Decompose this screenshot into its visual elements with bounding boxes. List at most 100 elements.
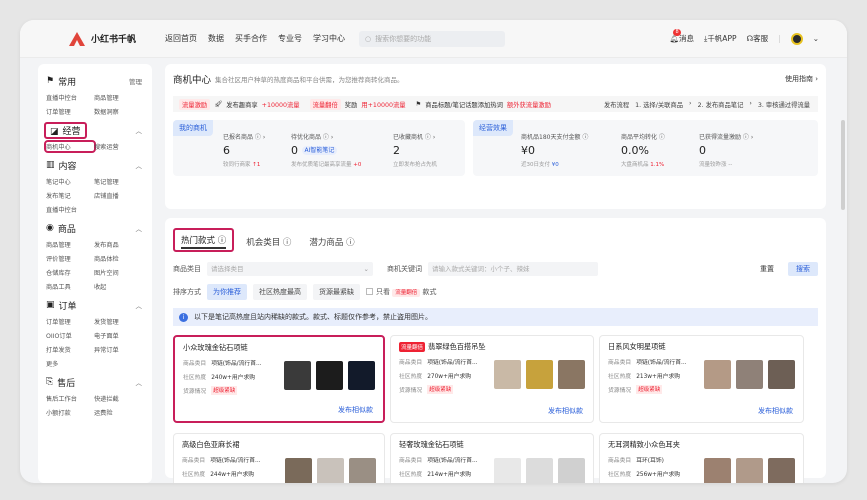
product-thumbnail[interactable] xyxy=(494,360,521,389)
sidebar-item-image-space[interactable]: 图片空间 xyxy=(94,268,142,277)
logo-icon xyxy=(69,31,85,46)
tab-opportunity-category[interactable]: 机会类目 ⓘ xyxy=(240,232,297,252)
service-button[interactable]: ☊客服 xyxy=(747,33,769,44)
sidebar-item-notes-manage[interactable]: 笔记管理 xyxy=(94,177,142,186)
stat-registered[interactable]: 已报名商品 ⓘ › 6 较同行商家 ↑1 xyxy=(223,132,291,168)
sidebar-item-o2o-orders[interactable]: OIIO订单 xyxy=(46,331,94,340)
sidebar-item-live-console-2[interactable]: 直播中控台 xyxy=(46,205,94,214)
filter-only-double[interactable]: 只看 流量翻倍 款式 xyxy=(366,287,436,297)
sidebar-item-publish-goods[interactable]: 发布商品 xyxy=(94,240,142,249)
sidebar-item-goods-manage-2[interactable]: 商品管理 xyxy=(46,240,94,249)
sort-recommended[interactable]: 为你推荐 xyxy=(207,284,247,300)
sidebar-item-collapse[interactable]: 收起 xyxy=(94,282,142,291)
reset-button[interactable]: 重置 xyxy=(760,264,774,274)
chevron-down-icon[interactable]: ⌄ xyxy=(813,34,819,43)
sidebar-item-goods-tools[interactable]: 商品工具 xyxy=(46,282,94,291)
category-select[interactable]: 请选择类目 ⌄ xyxy=(207,262,373,276)
sidebar-item-opportunity-center[interactable]: 商机中心 xyxy=(44,140,96,153)
sort-scarcity[interactable]: 货源最紧缺 xyxy=(313,284,360,300)
keyword-input[interactable]: 请输入款式关键词：小个子、辣妹 xyxy=(428,262,598,276)
product-card[interactable]: 高级白色亚麻长裙 商品类目 项链(饰品/流行首... 社区热度 244w+用户求购 xyxy=(173,433,385,483)
sidebar-item-data-insight[interactable]: 数据洞察 xyxy=(94,107,142,116)
collapse-icon[interactable]: ︿ xyxy=(136,160,143,170)
sidebar-item-store-live[interactable]: 店铺直播 xyxy=(94,191,142,200)
sidebar-item-intercept[interactable]: 快递拦截 xyxy=(94,394,142,403)
sidebar-item-reviews[interactable]: 评价管理 xyxy=(46,254,94,263)
sidebar-item-goods-check[interactable]: 商品体检 xyxy=(94,254,142,263)
tab-potential-goods[interactable]: 潜力商品 ⓘ xyxy=(303,232,360,252)
sidebar-item-small-pay[interactable]: 小额打款 xyxy=(46,408,94,417)
nav-data[interactable]: 数据 xyxy=(208,33,224,44)
manage-button[interactable]: 管理 xyxy=(129,76,142,86)
collapse-icon[interactable]: ︿ xyxy=(136,300,143,310)
product-thumbnail[interactable] xyxy=(317,458,344,483)
product-thumbnail[interactable] xyxy=(558,458,585,483)
sidebar-item-more[interactable]: 更多 xyxy=(46,359,94,368)
top-nav: 返回首页 数据 买手合作 专业号 学习中心 xyxy=(165,33,345,44)
sidebar-item-abnormal[interactable]: 异常订单 xyxy=(94,345,142,354)
publish-similar-button[interactable]: 发布相似款 xyxy=(758,406,793,416)
sort-heat[interactable]: 社区热度最高 xyxy=(253,284,307,300)
sidebar-item-freight[interactable]: 运费险 xyxy=(94,408,142,417)
product-card[interactable]: 无耳洞精致小众色耳夹 商品类目 耳环(耳饰) 社区热度 256w+用户求购 xyxy=(599,433,804,483)
product-thumbnail[interactable] xyxy=(768,360,795,389)
checkbox[interactable] xyxy=(366,288,373,295)
sidebar-item-aftersale[interactable]: 售后工作台 xyxy=(46,394,94,403)
product-thumbnail[interactable] xyxy=(736,458,763,483)
avatar[interactable] xyxy=(790,32,803,45)
product-thumbnail[interactable] xyxy=(768,458,795,483)
tab-hot-styles[interactable]: 热门款式 ⓘ xyxy=(173,228,235,252)
product-thumbnail[interactable] xyxy=(526,360,553,389)
publish-similar-button[interactable]: 发布相似款 xyxy=(338,405,373,415)
search-button[interactable]: 搜索 xyxy=(788,262,818,276)
stat-to-optimize[interactable]: 待优化商品 ⓘ › 0 AI智能笔记 发布优质笔记最高享流量 +0 xyxy=(291,132,393,168)
sidebar-item-search-ops[interactable]: 搜索运营 xyxy=(94,142,142,151)
stat-favorited[interactable]: 已收藏商机 ⓘ › 2 立即发布抢占先机 xyxy=(393,132,459,168)
search-input[interactable]: ○ 搜索你想要的功能 xyxy=(359,30,505,47)
app-download-button[interactable]: ⤓千帆APP xyxy=(704,33,737,44)
collapse-icon[interactable]: ︿ xyxy=(136,377,143,387)
product-thumbnail[interactable] xyxy=(526,458,553,483)
nav-pro[interactable]: 专业号 xyxy=(278,33,302,44)
nav-buyer[interactable]: 买手合作 xyxy=(235,33,267,44)
row-label: 商品类目 xyxy=(608,360,632,366)
sidebar-item-goods-manage[interactable]: 商品管理 xyxy=(94,93,142,102)
messages-button[interactable]: 🔔︎ 8 消息 xyxy=(669,29,694,44)
sidebar-item-publish-note[interactable]: 发布笔记 xyxy=(46,191,94,200)
sidebar-item-live-console[interactable]: 直播中控台 xyxy=(46,93,94,102)
product-thumbnail[interactable] xyxy=(704,360,731,389)
stat-traffic-reward[interactable]: 已获得流量激励 ⓘ › 0 流量较昨涨 -- xyxy=(699,132,779,168)
brand-logo[interactable]: 小红书千帆 xyxy=(69,31,165,46)
product-thumbnail[interactable] xyxy=(285,458,312,483)
product-title: 无耳洞精致小众色耳夹 xyxy=(608,440,795,450)
product-thumbnail[interactable] xyxy=(316,361,343,390)
product-thumbnail[interactable] xyxy=(348,361,375,390)
product-thumbnail[interactable] xyxy=(704,458,731,483)
product-thumbnail[interactable] xyxy=(284,361,311,390)
product-thumbnail[interactable] xyxy=(349,458,376,483)
sidebar-item-orders[interactable]: 订单管理 xyxy=(46,317,94,326)
nav-learn[interactable]: 学习中心 xyxy=(313,33,345,44)
product-card[interactable]: 日系风女明星项链 商品类目 项链(饰品/流行首... 社区热度 213w+用户求购 货源情… xyxy=(599,335,804,423)
guide-link[interactable]: 使用指南 › xyxy=(785,74,818,84)
ai-note-button[interactable]: AI智能笔记 xyxy=(301,146,338,155)
sidebar-item-order-manage[interactable]: 订单管理 xyxy=(46,107,94,116)
scrollbar[interactable] xyxy=(841,120,845,210)
product-card[interactable]: 小众玫瑰金钻石项链 商品类目 项链(饰品/流行首... 社区热度 240w+用户求购 货源… xyxy=(173,335,385,423)
product-card[interactable]: 流量翻倍 翡翠绿色百搭吊坠 商品类目 项链(饰品/流行首... 社区热度 270w+用户求… xyxy=(390,335,594,423)
sidebar-item-e-waybill[interactable]: 电子面单 xyxy=(94,331,142,340)
sidebar-item-shipping[interactable]: 发货管理 xyxy=(94,317,142,326)
publish-similar-button[interactable]: 发布相似款 xyxy=(548,406,583,416)
product-card[interactable]: 轻奢玫瑰金钻石项链 商品类目 项链(饰品/流行首... 社区热度 214w+用户求购 xyxy=(390,433,594,483)
product-thumbnail[interactable] xyxy=(558,360,585,389)
section-ops-header[interactable]: ◪ 经营 xyxy=(44,121,87,139)
sidebar-item-inventory[interactable]: 仓储库存 xyxy=(46,268,94,277)
product-thumbnail[interactable] xyxy=(494,458,521,483)
collapse-icon[interactable]: ︿ xyxy=(136,125,143,135)
product-thumbnail[interactable] xyxy=(736,360,763,389)
sidebar-item-notes-center[interactable]: 笔记中心 xyxy=(46,177,94,186)
collapse-icon[interactable]: ︿ xyxy=(136,223,143,233)
nav-home[interactable]: 返回首页 xyxy=(165,33,197,44)
sidebar-item-print-ship[interactable]: 打单发货 xyxy=(46,345,94,354)
info-text: 以下是笔记高热度且站内稀缺的款式。款式、标题仅作参考，禁止盗用图片。 xyxy=(194,313,432,321)
